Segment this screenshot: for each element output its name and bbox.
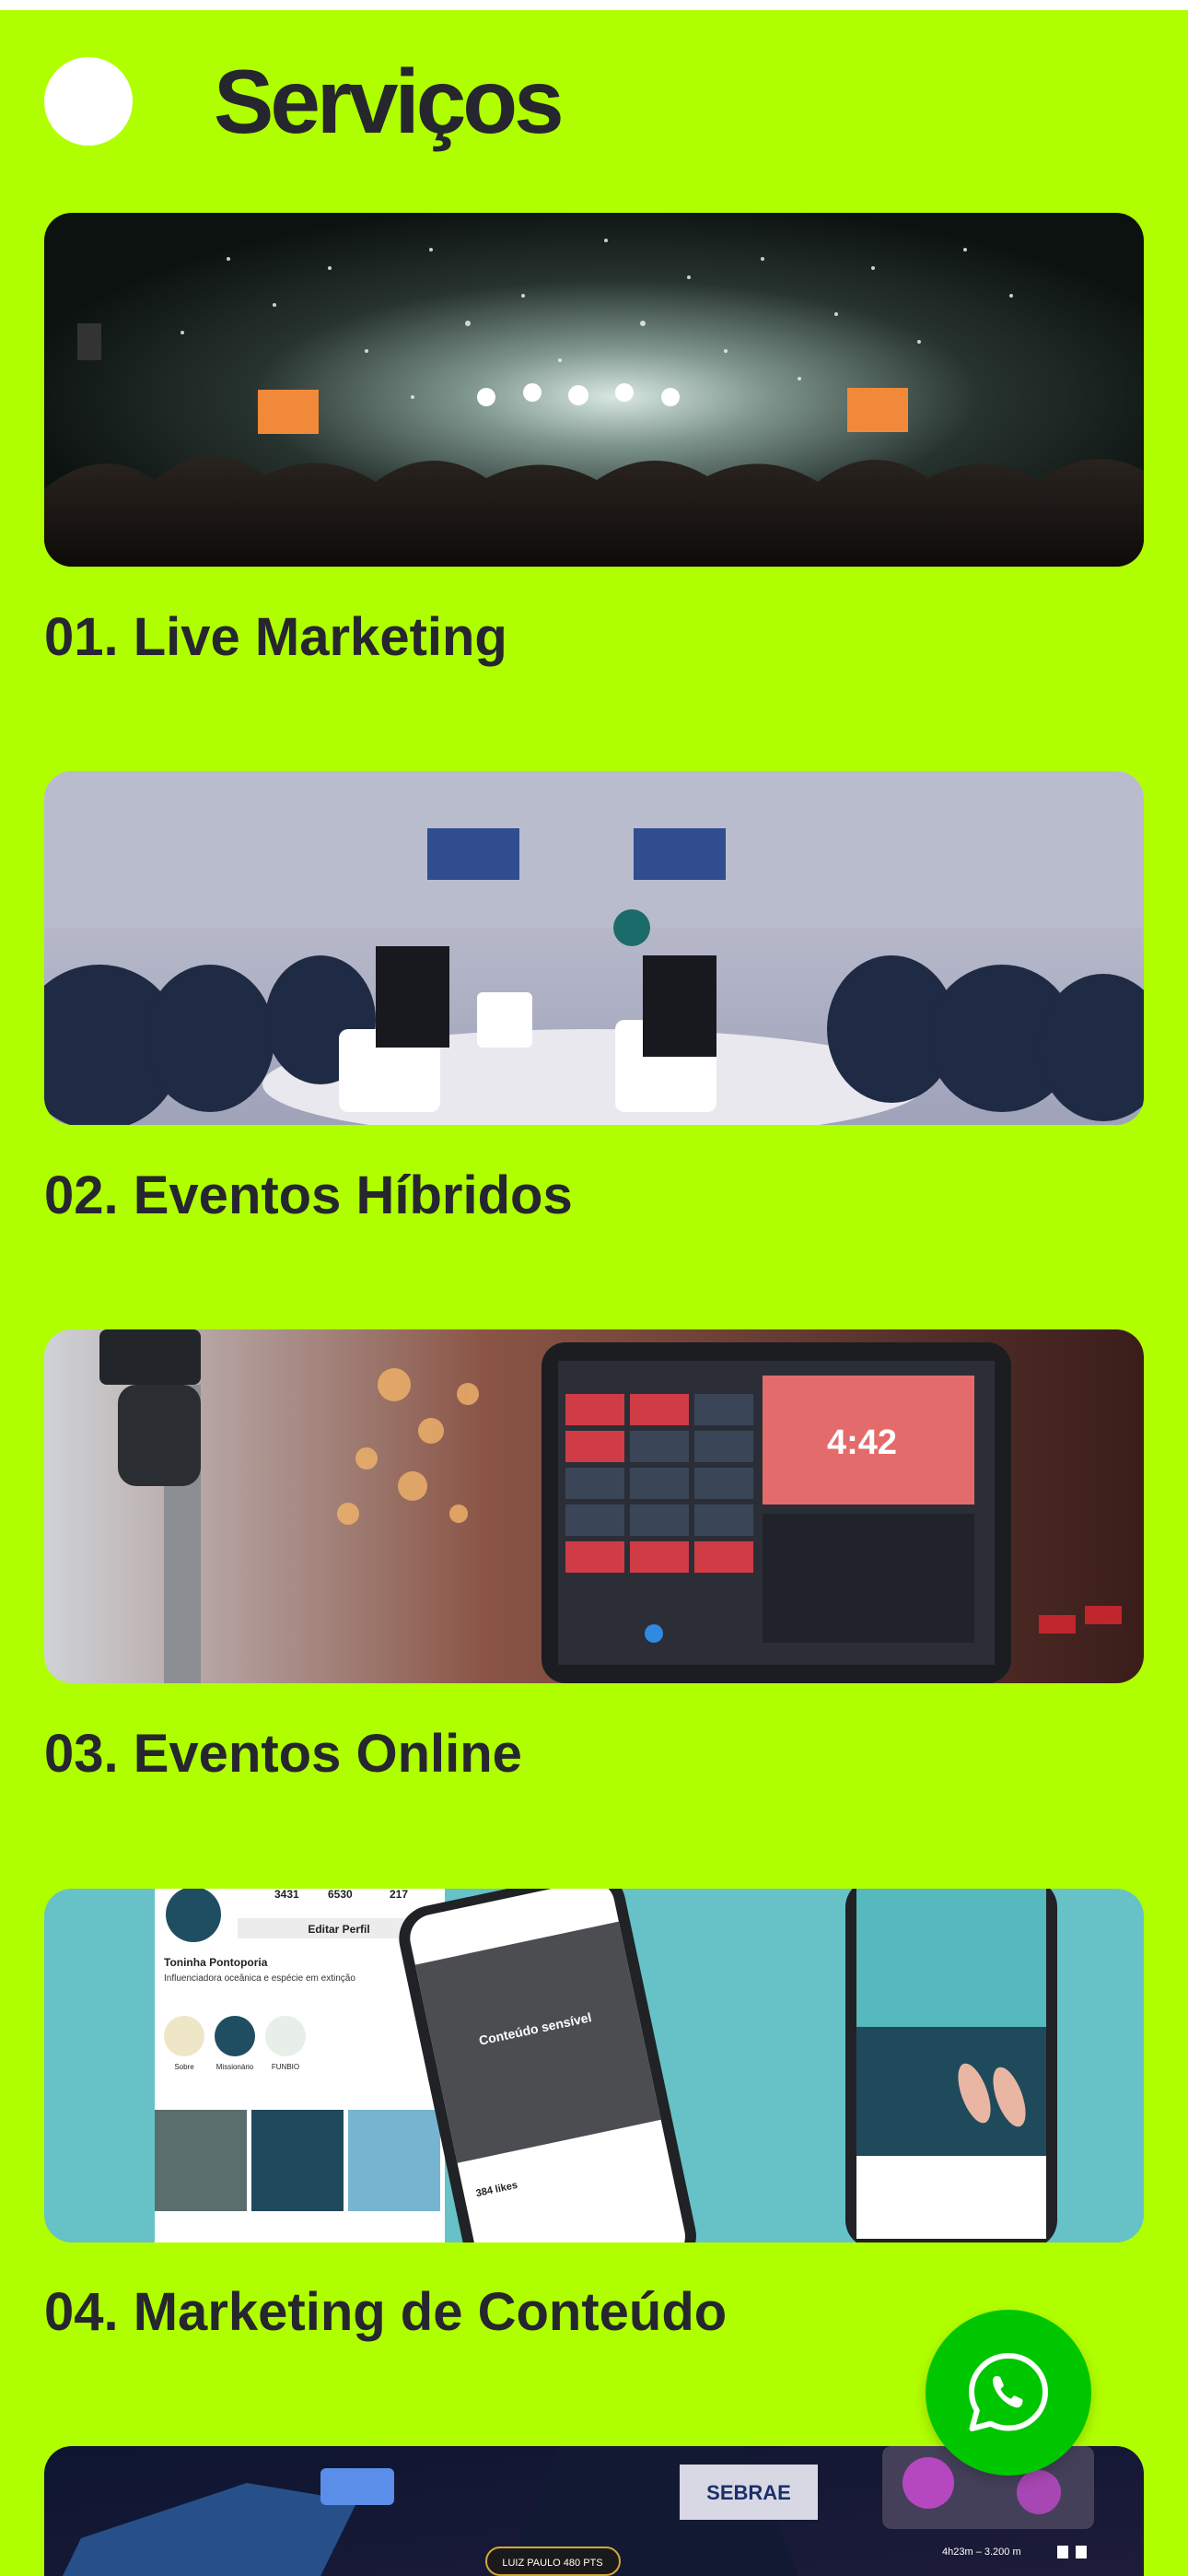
eventos-online-image[interactable]: 4:42 [44, 1329, 1144, 1683]
tablet-timer: 4:42 [827, 1423, 897, 1462]
player-badge: LUIZ PAULO 480 PTS [502, 2558, 602, 2569]
sebrae-badge: SEBRAE [706, 2481, 791, 2504]
profile-followers: 6530 [328, 1889, 353, 1901]
service-title-eventos-hibridos: 02. Eventos Híbridos [44, 1165, 573, 1225]
top-strip [0, 0, 1188, 10]
profile-posts: 3431 [274, 1889, 299, 1901]
marketing-de-conteudo-image[interactable]: 3431 6530 217 Editar Perfil Toninha Pont… [44, 1889, 1144, 2242]
edit-profile-button: Editar Perfil [308, 1923, 369, 1936]
service-title-marketing-de-conteudo: 04. Marketing de Conteúdo [44, 2282, 728, 2342]
live-marketing-image[interactable] [44, 213, 1144, 567]
whatsapp-button[interactable] [926, 2310, 1091, 2476]
page-title: Serviços [214, 51, 565, 152]
highlight-label: Missionário [216, 2063, 254, 2071]
distance-readout: 4h23m – 3.200 m [942, 2547, 1021, 2558]
profile-name: Toninha Pontoporia [164, 1956, 268, 1969]
profile-following: 217 [390, 1889, 408, 1901]
service-title-live-marketing: 01. Live Marketing [44, 607, 507, 667]
highlight-label: Sobre [174, 2063, 194, 2071]
profile-bio: Influenciadora oceânica e espécie em ext… [164, 1973, 355, 1984]
highlight-label: FUNBIO [272, 2063, 299, 2071]
service-title-eventos-online: 03. Eventos Online [44, 1724, 522, 1784]
whatsapp-icon [969, 2353, 1048, 2431]
circle-icon [44, 57, 133, 146]
section-header: Serviços [44, 51, 565, 152]
eventos-hibridos-image[interactable] [44, 771, 1144, 1125]
